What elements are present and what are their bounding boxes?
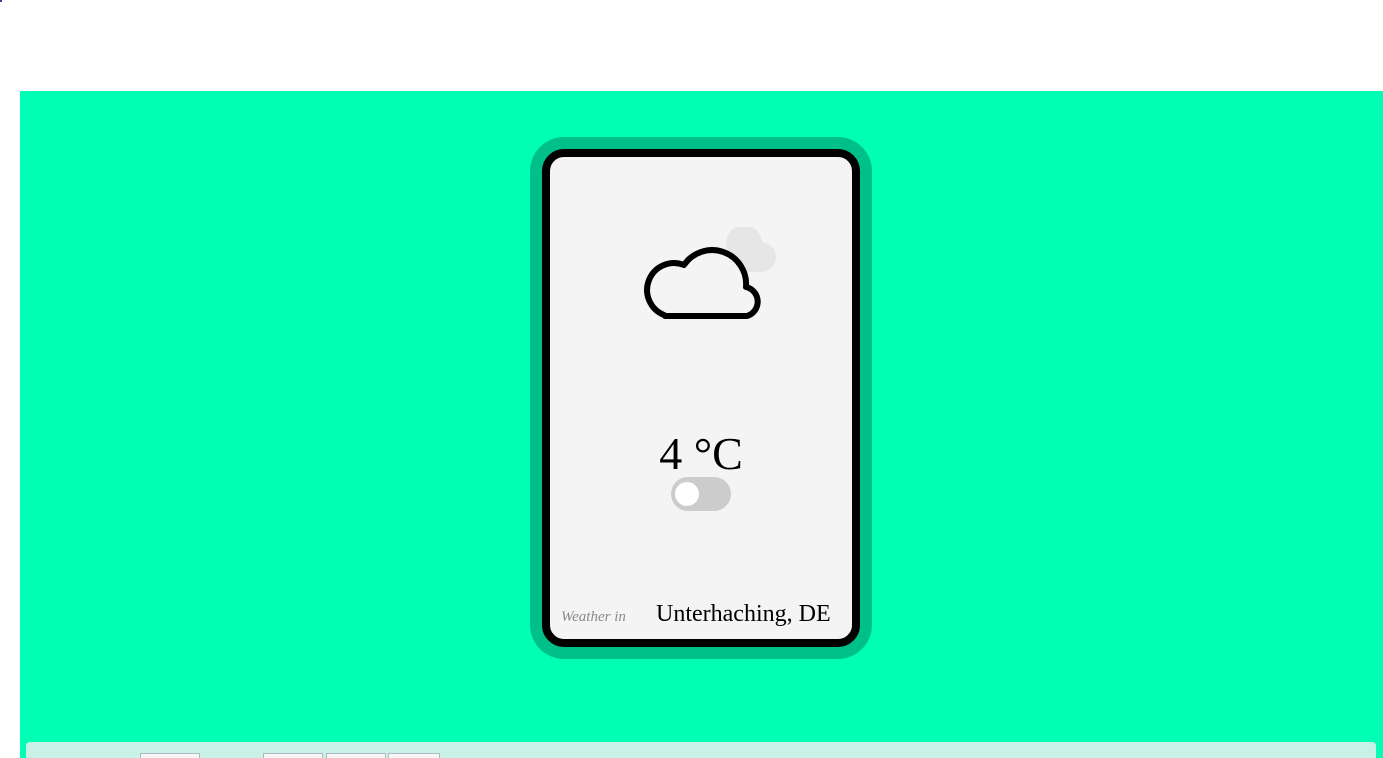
weather-card-frame: 4 °C Weather in Unterhaching, DE bbox=[530, 137, 872, 659]
unit-toggle-switch[interactable] bbox=[671, 477, 731, 511]
taskbar-item[interactable] bbox=[140, 753, 200, 758]
corner-marker bbox=[0, 0, 2, 2]
weather-in-label: Weather in bbox=[561, 609, 626, 625]
cloud-icon bbox=[644, 227, 776, 319]
toggle-knob[interactable] bbox=[675, 482, 699, 506]
app-background: 4 °C Weather in Unterhaching, DE bbox=[20, 91, 1383, 758]
taskbar-item[interactable] bbox=[388, 753, 440, 758]
location-name: Unterhaching, DE bbox=[656, 601, 831, 627]
taskbar-item[interactable] bbox=[263, 753, 323, 758]
temperature-readout: 4 °C bbox=[659, 428, 743, 479]
taskbar-item[interactable] bbox=[326, 753, 386, 758]
weather-card: 4 °C Weather in Unterhaching, DE bbox=[542, 149, 860, 647]
taskbar bbox=[26, 742, 1376, 758]
